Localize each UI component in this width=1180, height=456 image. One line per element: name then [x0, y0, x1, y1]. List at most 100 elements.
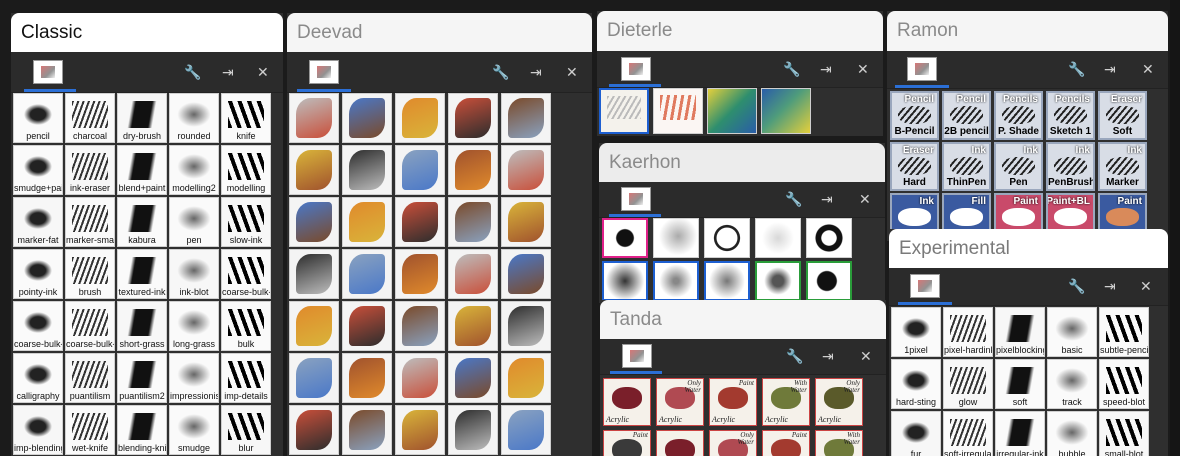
brush-tile[interactable]: glow [943, 359, 993, 409]
brush-tile[interactable]: Eraser Soft [1098, 91, 1147, 140]
close-icon[interactable]: ✕ [566, 65, 578, 79]
brush-tile[interactable] [448, 405, 498, 455]
brush-tile[interactable] [602, 218, 648, 258]
brush-tile[interactable] [501, 93, 551, 143]
brush-tile[interactable]: marker-fat [13, 197, 63, 247]
brush-tile[interactable]: track [1047, 359, 1097, 409]
brush-tile[interactable]: marker-small [65, 197, 115, 247]
brush-tile[interactable] [761, 88, 811, 134]
brush-tile[interactable] [602, 261, 648, 301]
brush-tile[interactable]: Eraser Hard [890, 142, 939, 191]
brush-tile[interactable]: impressionism [169, 353, 219, 403]
brush-tile[interactable] [395, 145, 445, 195]
brush-tile[interactable] [806, 261, 852, 301]
brush-tile[interactable]: blending-knife [117, 405, 167, 455]
detach-icon[interactable]: ⇥ [820, 62, 832, 76]
brush-tile[interactable]: slow-ink [221, 197, 271, 247]
brush-set-thumbnail[interactable] [907, 57, 937, 81]
brush-set-thumbnail[interactable] [622, 344, 652, 368]
brush-tile[interactable]: charcoal [65, 93, 115, 143]
brush-tile[interactable] [448, 145, 498, 195]
brush-tile[interactable]: basic [1047, 307, 1097, 357]
brush-tile[interactable] [704, 218, 750, 258]
brush-tile[interactable]: smudge [169, 405, 219, 455]
brush-tile[interactable]: short-grass [117, 301, 167, 351]
brush-tile[interactable]: 1pixel [891, 307, 941, 357]
tab-deevad[interactable]: Deevad [287, 13, 592, 52]
brush-tile[interactable] [448, 93, 498, 143]
brush-tile[interactable] [342, 405, 392, 455]
brush-tile[interactable] [501, 145, 551, 195]
brush-tile[interactable]: blend+paint [117, 145, 167, 195]
brush-tile[interactable]: Only WaterAcrylic [656, 378, 704, 426]
brush-tile[interactable]: pointy-ink [13, 249, 63, 299]
brush-set-thumbnail[interactable] [621, 57, 651, 81]
brush-tile[interactable]: Only WaterAcrylic [815, 378, 863, 426]
brush-tile[interactable]: Ink Marker [1098, 142, 1147, 191]
brush-tile[interactable]: brush [65, 249, 115, 299]
brush-set-thumbnail[interactable] [309, 60, 339, 84]
brush-tile[interactable] [395, 301, 445, 351]
brush-tile[interactable] [342, 353, 392, 403]
brush-tile[interactable]: soft [995, 359, 1045, 409]
brush-tile[interactable] [448, 249, 498, 299]
brush-tile[interactable] [395, 93, 445, 143]
brush-tile[interactable]: modelling [221, 145, 271, 195]
brush-tile[interactable]: Acrylic [656, 430, 704, 456]
detach-icon[interactable]: ⇥ [1104, 62, 1116, 76]
brush-tile[interactable] [395, 249, 445, 299]
brush-tile[interactable] [704, 261, 750, 301]
brush-set-thumbnail[interactable] [621, 187, 651, 211]
brush-tile[interactable]: puantilism2 [117, 353, 167, 403]
brush-tile[interactable]: pixel-hardink [943, 307, 993, 357]
brush-tile[interactable] [806, 218, 852, 258]
brush-tile[interactable]: With WaterAcrylic [815, 430, 863, 456]
brush-tile[interactable] [501, 353, 551, 403]
brush-tile[interactable]: hard-sting [891, 359, 941, 409]
brush-tile[interactable] [755, 218, 801, 258]
brush-tile[interactable]: knife [221, 93, 271, 143]
brush-tile[interactable]: blur [221, 405, 271, 455]
brush-tile[interactable] [707, 88, 757, 134]
brush-tile[interactable]: bulk [221, 301, 271, 351]
tab-classic[interactable]: Classic [11, 13, 283, 52]
brush-tile[interactable]: textured-ink [117, 249, 167, 299]
brush-tile[interactable]: modelling2 [169, 145, 219, 195]
brush-tile[interactable]: Paint Acrylic [709, 378, 757, 426]
brush-tile[interactable]: kabura [117, 197, 167, 247]
brush-tile[interactable]: coarse-bulk-3 [221, 249, 271, 299]
brush-tile[interactable] [342, 301, 392, 351]
brush-tile[interactable]: ink-eraser [65, 145, 115, 195]
brush-tile[interactable] [501, 249, 551, 299]
brush-tile[interactable] [395, 405, 445, 455]
brush-tile[interactable]: smudge+paint [13, 145, 63, 195]
wrench-icon[interactable]: 🔧 [1068, 62, 1085, 76]
detach-icon[interactable]: ⇥ [822, 349, 834, 363]
close-icon[interactable]: ✕ [857, 62, 869, 76]
brush-tile[interactable] [599, 88, 649, 134]
brush-tile[interactable]: Ink Pen [994, 142, 1043, 191]
brush-tile[interactable] [448, 301, 498, 351]
brush-tile[interactable]: bubble [1047, 411, 1097, 456]
brush-tile[interactable] [395, 197, 445, 247]
brush-tile[interactable]: coarse-bulk-2 [13, 301, 63, 351]
brush-tile[interactable]: small-blot [1099, 411, 1149, 456]
close-icon[interactable]: ✕ [1140, 279, 1152, 293]
brush-tile[interactable]: irregular-ink [995, 411, 1045, 456]
brush-tile[interactable]: Only WaterAcrylic [709, 430, 757, 456]
brush-tile[interactable]: Paint [603, 430, 651, 456]
brush-tile[interactable] [289, 197, 339, 247]
brush-tile[interactable]: wet-knife [65, 405, 115, 455]
brush-tile[interactable] [653, 88, 703, 134]
brush-tile[interactable] [653, 261, 699, 301]
brush-tile[interactable] [755, 261, 801, 301]
close-icon[interactable]: ✕ [860, 349, 872, 363]
tab-tanda[interactable]: Tanda [600, 300, 886, 339]
brush-tile[interactable]: Pencil B-Pencil [890, 91, 939, 140]
brush-tile[interactable]: Pencils P. Shade [994, 91, 1043, 140]
brush-tile[interactable]: coarse-bulk-1 [65, 301, 115, 351]
brush-tile[interactable]: pen [169, 197, 219, 247]
detach-icon[interactable]: ⇥ [222, 65, 234, 79]
tab-experimental[interactable]: Experimental [889, 229, 1168, 268]
wrench-icon[interactable]: 🔧 [492, 65, 509, 79]
